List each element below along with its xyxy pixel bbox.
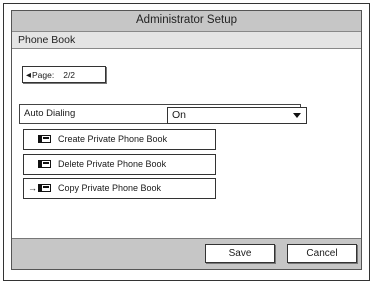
dialog: Administrator Setup Phone Book ◀Page: 2/2… bbox=[11, 10, 362, 270]
auto-dialing-select[interactable]: On bbox=[167, 107, 307, 124]
action-label: Copy Private Phone Book bbox=[58, 183, 162, 193]
cancel-button[interactable]: Cancel bbox=[287, 244, 357, 263]
page-button[interactable]: ◀Page: 2/2 bbox=[22, 66, 106, 83]
dialog-title: Administrator Setup bbox=[136, 14, 237, 26]
page-label: Page: bbox=[32, 70, 55, 80]
phonebook-icon bbox=[38, 135, 51, 143]
action-label: Delete Private Phone Book bbox=[58, 159, 167, 169]
copy-phonebook-icon bbox=[38, 184, 51, 192]
chevron-down-icon bbox=[293, 113, 301, 118]
auto-dialing-row: Auto Dialing On bbox=[19, 104, 307, 124]
phonebook-icon bbox=[38, 160, 51, 168]
copy-private-phone-book-button[interactable]: → Copy Private Phone Book bbox=[23, 178, 216, 199]
auto-dialing-value: On bbox=[172, 109, 187, 121]
arrow-right-icon: → bbox=[28, 183, 37, 193]
save-button[interactable]: Save bbox=[205, 244, 275, 263]
page-value: 2/2 bbox=[63, 70, 76, 80]
action-label: Create Private Phone Book bbox=[58, 134, 168, 144]
settings-panel: ◀Page: 2/2 Auto Dialing On Create Private… bbox=[12, 49, 361, 239]
create-private-phone-book-button[interactable]: Create Private Phone Book bbox=[23, 129, 216, 150]
auto-dialing-label: Auto Dialing bbox=[24, 108, 76, 119]
delete-private-phone-book-button[interactable]: Delete Private Phone Book bbox=[23, 154, 216, 175]
left-triangle-icon: ◀ bbox=[26, 72, 31, 79]
section-header: Phone Book bbox=[12, 31, 361, 49]
